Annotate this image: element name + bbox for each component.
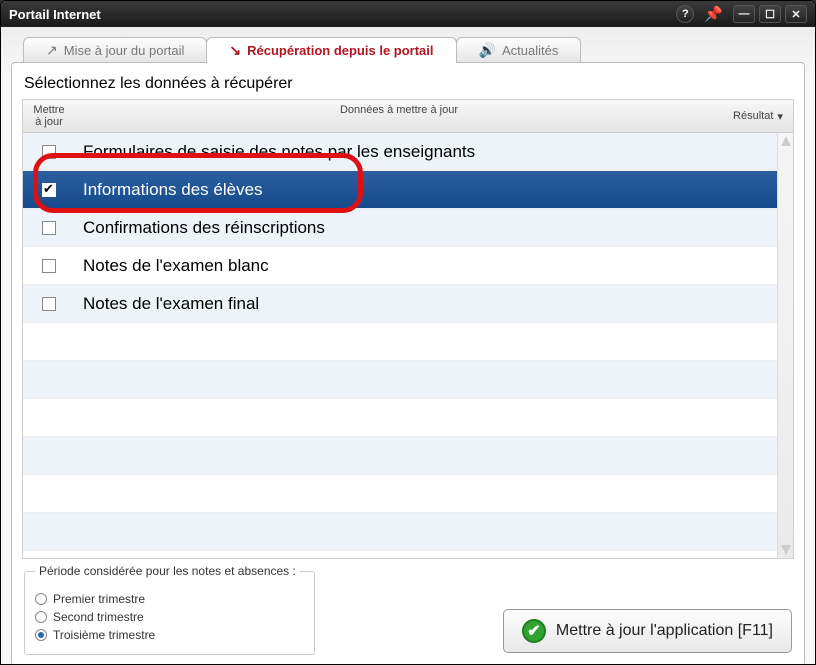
arrow-down-icon: ↘ <box>229 42 241 59</box>
close-button[interactable]: ✕ <box>785 5 807 23</box>
period-option-3[interactable]: Troisième trimestre <box>35 628 300 642</box>
table-row[interactable]: Confirmations des réinscriptions <box>23 209 793 247</box>
update-application-button[interactable]: ✔ Mettre à jour l'application [F11] <box>503 609 792 653</box>
row-label: Notes de l'examen final <box>75 294 723 314</box>
table-row[interactable] <box>23 361 793 399</box>
table-row[interactable] <box>23 475 793 513</box>
grid-header: Mettre à jour Données à mettre à jour Ré… <box>23 100 793 133</box>
period-label: Second trimestre <box>53 610 144 624</box>
tab-label: Mise à jour du portail <box>64 43 185 58</box>
main-panel: Sélectionnez les données à récupérer Met… <box>11 62 805 665</box>
column-header-update[interactable]: Mettre à jour <box>23 100 75 132</box>
check-circle-icon: ✔ <box>522 619 546 643</box>
app-window: Portail Internet ? 📌 — ☐ ✕ ↗ Mise à jour… <box>0 0 816 665</box>
period-label: Premier trimestre <box>53 592 145 606</box>
table-row[interactable]: Notes de l'examen blanc <box>23 247 793 285</box>
column-header-result[interactable]: Résultat ▾ <box>723 100 793 132</box>
tab-update-portal[interactable]: ↗ Mise à jour du portail <box>23 37 207 63</box>
radio-icon[interactable] <box>35 593 47 605</box>
table-row[interactable] <box>23 437 793 475</box>
radio-icon[interactable] <box>35 611 47 623</box>
maximize-button[interactable]: ☐ <box>759 5 781 23</box>
row-checkbox[interactable] <box>42 259 56 273</box>
pin-icon[interactable]: 📌 <box>704 5 723 23</box>
table-row[interactable] <box>23 323 793 361</box>
titlebar-controls: ? 📌 — ☐ ✕ <box>676 5 807 23</box>
titlebar: Portail Internet ? 📌 — ☐ ✕ <box>1 1 815 27</box>
row-checkbox[interactable] <box>42 183 56 197</box>
instruction-text: Sélectionnez les données à récupérer <box>24 75 794 93</box>
period-option-1[interactable]: Premier trimestre <box>35 592 300 606</box>
speaker-icon: 🔊 <box>479 42 496 59</box>
table-row[interactable]: Formulaires de saisie des notes par les … <box>23 133 793 171</box>
period-fieldset: Période considérée pour les notes et abs… <box>24 564 315 655</box>
column-header-data[interactable]: Données à mettre à jour <box>75 100 723 132</box>
row-checkbox[interactable] <box>42 297 56 311</box>
period-option-2[interactable]: Second trimestre <box>35 610 300 624</box>
tab-bar: ↗ Mise à jour du portail ↘ Récupération … <box>23 37 805 63</box>
table-row[interactable]: Notes de l'examen final <box>23 285 793 323</box>
update-button-label: Mettre à jour l'application [F11] <box>556 622 773 640</box>
window-title: Portail Internet <box>9 7 676 22</box>
grid-body: Formulaires de saisie des notes par les … <box>23 133 793 558</box>
table-row[interactable] <box>23 399 793 437</box>
radio-icon[interactable] <box>35 629 47 641</box>
period-label: Troisième trimestre <box>53 628 155 642</box>
content-area: ↗ Mise à jour du portail ↘ Récupération … <box>1 27 815 664</box>
row-checkbox[interactable] <box>42 221 56 235</box>
row-label: Confirmations des réinscriptions <box>75 218 723 238</box>
tab-recover-portal[interactable]: ↘ Récupération depuis le portail <box>206 37 456 63</box>
minimize-button[interactable]: — <box>733 5 755 23</box>
tab-label: Actualités <box>502 43 558 58</box>
tab-label: Récupération depuis le portail <box>247 43 433 58</box>
tab-news[interactable]: 🔊 Actualités <box>456 37 582 63</box>
scrollbar[interactable] <box>777 133 793 558</box>
table-row[interactable]: Informations des élèves <box>23 171 793 209</box>
period-legend: Période considérée pour les notes et abs… <box>35 564 300 578</box>
help-icon[interactable]: ? <box>676 5 694 23</box>
table-row[interactable] <box>23 513 793 551</box>
data-grid: Mettre à jour Données à mettre à jour Ré… <box>22 99 794 559</box>
row-label: Formulaires de saisie des notes par les … <box>75 142 723 162</box>
row-label: Notes de l'examen blanc <box>75 256 723 276</box>
row-label: Informations des élèves <box>75 180 723 200</box>
row-checkbox[interactable] <box>42 145 56 159</box>
arrow-up-icon: ↗ <box>46 42 58 59</box>
chevron-down-icon: ▾ <box>777 110 783 123</box>
